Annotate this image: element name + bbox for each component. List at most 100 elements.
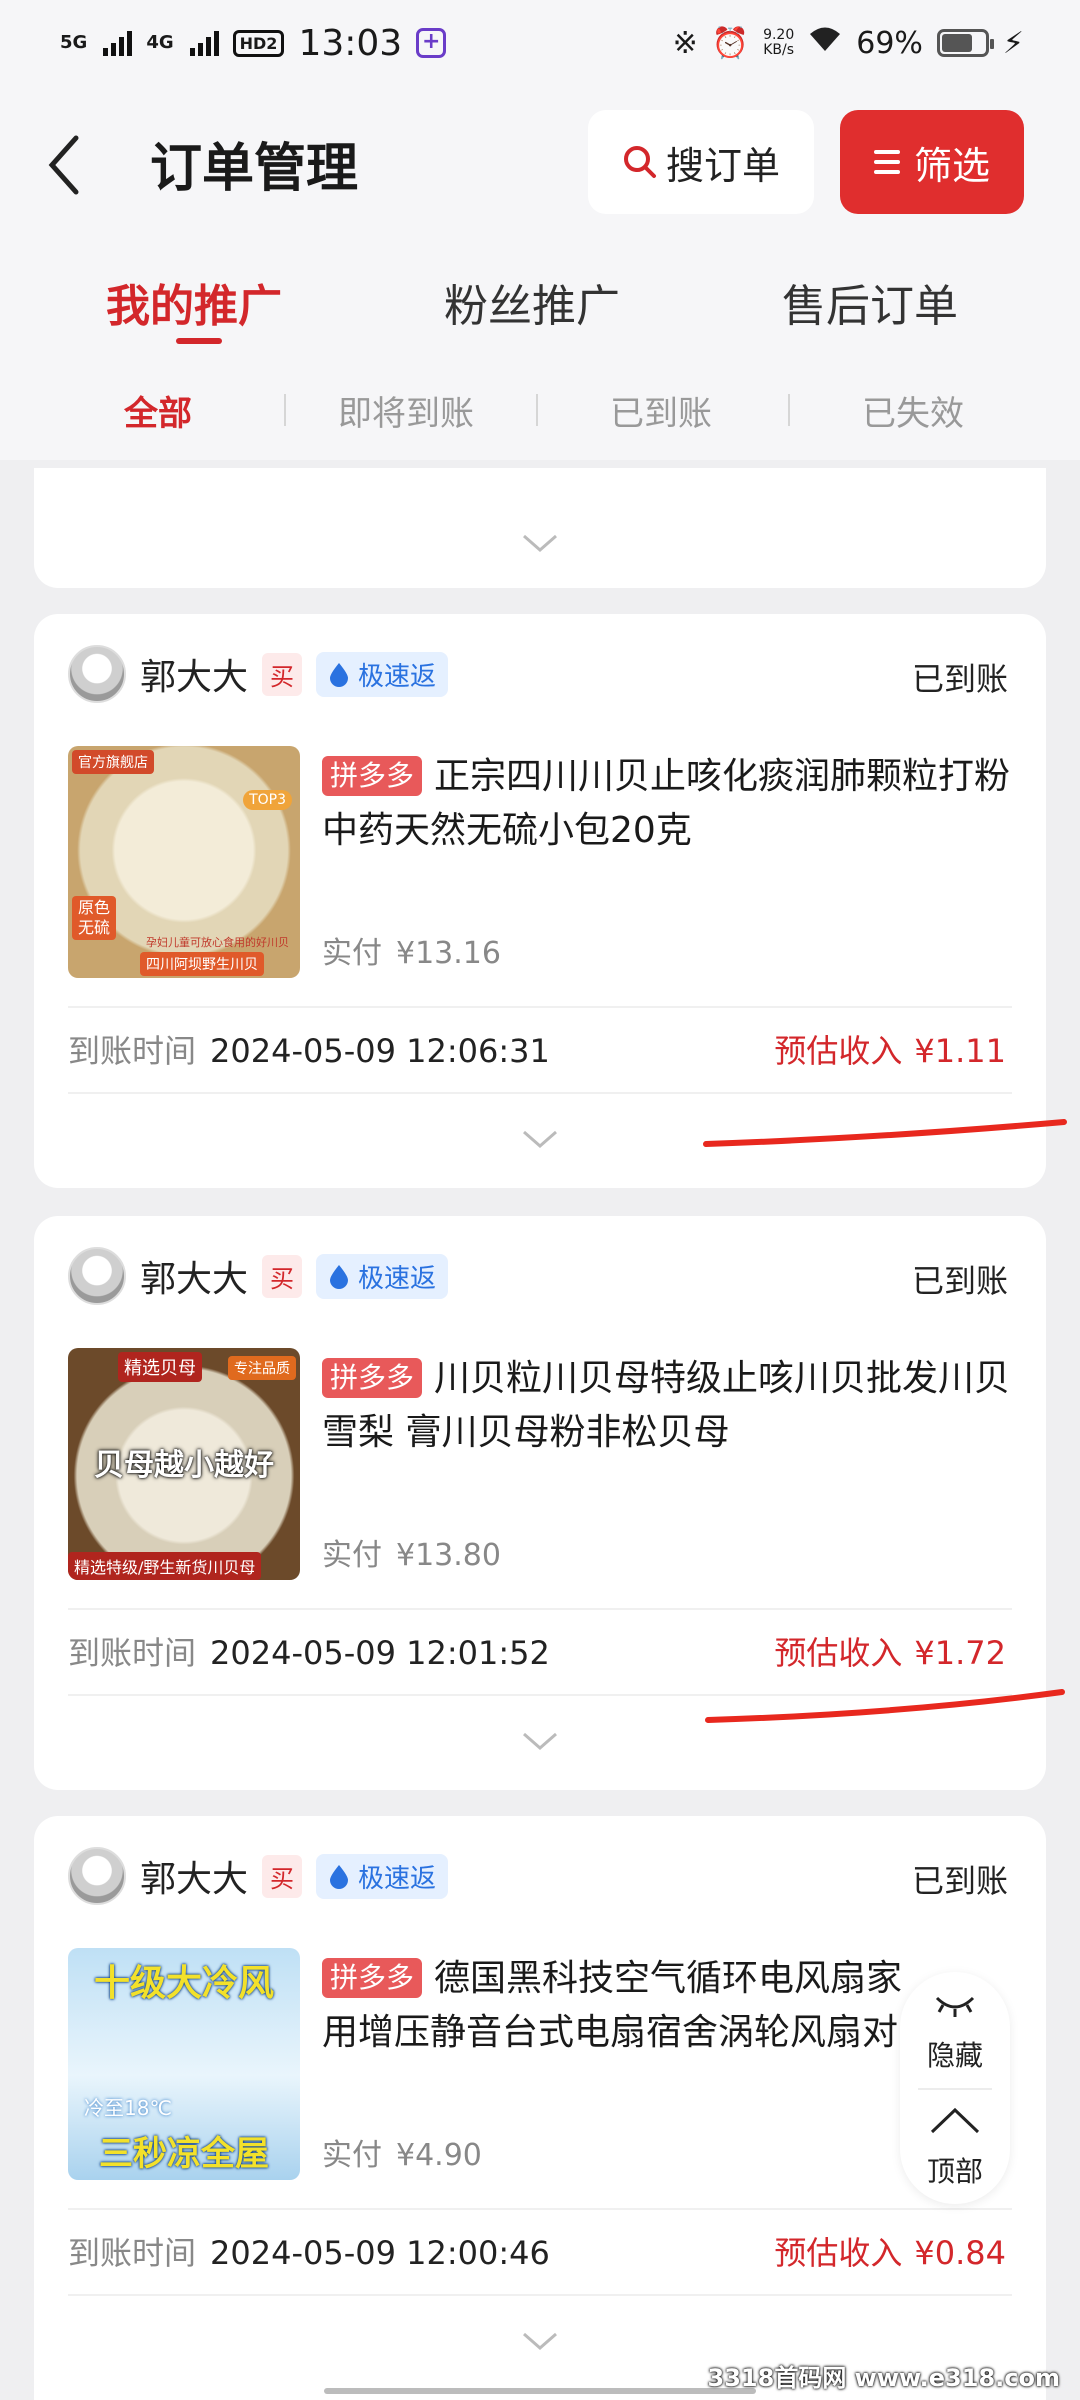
- thumb-bottom-text: 精选特级/野生新货川贝母: [68, 1552, 262, 1580]
- product-title-block[interactable]: 拼多多 德国黑科技空气循环电风扇家用增压静音台式电扇宿舍涡轮风扇对: [322, 1952, 932, 2060]
- estimated-income: 预估收入 ¥1.11: [774, 1026, 1006, 1072]
- net-label-2: 4G: [146, 32, 174, 53]
- sub-tabs: 全部 即将到账 已到账 已失效: [0, 356, 1080, 460]
- filter-button[interactable]: 筛选: [840, 110, 1024, 214]
- main-tabs: 我的推广 粉丝推广 售后订单: [0, 246, 1080, 356]
- subtab-upcoming[interactable]: 即将到账: [338, 386, 474, 435]
- arrival-label: 到账时间: [68, 1032, 197, 1070]
- product-title: 川贝粒川贝母特级止咳川贝批发川贝雪梨 膏川贝母粉非松贝母: [322, 1358, 1011, 1453]
- expand-toggle[interactable]: [34, 1104, 1046, 1174]
- order-status: 已到账: [911, 1262, 1008, 1300]
- order-card[interactable]: 郭大大 买 极速返 已到账 精选贝母 专注品质 贝母越小越好 精选特级/野生新货…: [34, 1216, 1046, 1790]
- subtab-expired[interactable]: 已失效: [862, 386, 964, 435]
- avatar: [68, 645, 126, 703]
- platform-tag: 拼多多: [322, 1958, 423, 1998]
- app-notification-icon: +: [416, 28, 447, 58]
- order-status: 已到账: [911, 660, 1008, 698]
- paid-amount: ¥13.16: [396, 936, 501, 971]
- hide-eye-icon[interactable]: [934, 1992, 976, 2018]
- thumb-top-text: 十级大冷风: [93, 1963, 274, 2004]
- signal-bars-icon-2: [189, 30, 219, 56]
- est-label: 预估收入: [774, 1634, 903, 1672]
- fast-rebate-badge: 极速返: [316, 651, 449, 697]
- back-arrow-icon[interactable]: [44, 130, 84, 200]
- est-amount: ¥1.11: [914, 1032, 1006, 1070]
- estimated-income: 预估收入 ¥0.84: [774, 2228, 1006, 2274]
- chevron-down-icon: [523, 1130, 557, 1148]
- subtab-divider: [536, 394, 538, 426]
- top-label[interactable]: 顶部: [900, 2150, 1010, 2190]
- order-card[interactable]: 郭大大 买 极速返 已到账 官方旗舰店 TOP3 原色 无硫 孕妇儿童可放心食用…: [34, 614, 1046, 1188]
- tab-after-sales[interactable]: 售后订单: [782, 270, 958, 334]
- thumb-bottom-text: 四川阿坝野生川贝: [140, 952, 264, 976]
- watermark: 3318首码网 www.e318.com: [707, 2364, 1060, 2392]
- bluetooth-icon: ※: [672, 25, 698, 61]
- product-thumbnail[interactable]: 精选贝母 专注品质 贝母越小越好 精选特级/野生新货川贝母: [68, 1348, 300, 1580]
- chevron-down-icon: [523, 2332, 557, 2350]
- order-header: 郭大大 买 极速返: [68, 1244, 449, 1308]
- buyer-name: 郭大大: [140, 1859, 249, 1900]
- arrival-time-row: 到账时间 2024-05-09 12:00:46: [68, 2228, 550, 2274]
- signal-5g-icon: 5G: [60, 34, 87, 52]
- product-title: 正宗四川川贝止咳化痰润肺颗粒打粉中药天然无硫小包20克: [322, 756, 1011, 851]
- order-header: 郭大大 买 极速返: [68, 642, 449, 706]
- floating-panel: 隐藏 顶部: [900, 1972, 1010, 2204]
- divider: [68, 1608, 1012, 1610]
- alarm-icon: ⏰: [711, 25, 750, 61]
- subtab-arrived[interactable]: 已到账: [610, 386, 712, 435]
- chevron-down-icon: [523, 1732, 557, 1750]
- product-thumbnail[interactable]: 官方旗舰店 TOP3 原色 无硫 孕妇儿童可放心食用的好川贝 四川阿坝野生川贝: [68, 746, 300, 978]
- signal-bars-icon: [103, 30, 133, 56]
- thumb-subtext: 孕妇儿童可放心食用的好川贝: [146, 936, 289, 949]
- product-title-block[interactable]: 拼多多 正宗四川川贝止咳化痰润肺颗粒打粉中药天然无硫小包20克: [322, 750, 1022, 858]
- page-title: 订单管理: [150, 139, 359, 199]
- thumb-store-tag: 官方旗舰店: [72, 750, 154, 774]
- fast-rebate-label: 极速返: [358, 661, 437, 692]
- signal-4g-icon: 4G: [146, 34, 173, 52]
- thumb-big-text: 贝母越小越好: [94, 1448, 274, 1483]
- thumb-mid-text: 冷至18℃: [84, 2096, 172, 2120]
- platform-tag: 拼多多: [322, 1358, 423, 1398]
- battery-percent: 69%: [856, 25, 923, 61]
- est-label: 预估收入: [774, 1032, 903, 1070]
- divider: [68, 1092, 1012, 1094]
- search-orders-button[interactable]: 搜订单: [588, 110, 814, 214]
- subtab-all[interactable]: 全部: [124, 386, 192, 435]
- divider: [68, 1694, 1012, 1696]
- thumb-tag-select: 精选贝母: [118, 1352, 202, 1382]
- tab-fan-promotion[interactable]: 粉丝推广: [444, 270, 620, 334]
- arrival-time: 2024-05-09 12:06:31: [210, 1032, 550, 1070]
- product-thumbnail[interactable]: 十级大冷风 冷至18℃ 三秒凉全屋: [68, 1948, 300, 2180]
- avatar: [68, 1847, 126, 1905]
- drop-icon: [330, 1265, 349, 1289]
- product-title-block[interactable]: 拼多多 川贝粒川贝母特级止咳川贝批发川贝雪梨 膏川贝母粉非松贝母: [322, 1352, 1022, 1460]
- buy-badge: 买: [262, 1254, 303, 1298]
- order-card[interactable]: 郭大大 买 极速返 已到账 十级大冷风 冷至18℃ 三秒凉全屋 拼多多 德国黑科技…: [34, 1816, 1046, 2400]
- filter-label: 筛选: [913, 143, 990, 188]
- buy-badge: 买: [262, 1854, 303, 1898]
- expand-toggle[interactable]: [34, 1706, 1046, 1776]
- active-tab-indicator: [176, 338, 222, 344]
- est-amount: ¥0.84: [914, 2234, 1006, 2272]
- speed-unit: KB/s: [763, 42, 795, 58]
- hide-label[interactable]: 隐藏: [900, 2034, 1010, 2074]
- paid-label: 实付: [322, 2138, 382, 2173]
- avatar: [68, 1247, 126, 1305]
- drop-icon: [330, 663, 349, 687]
- search-icon: [623, 146, 656, 178]
- arrival-time: 2024-05-09 12:01:52: [210, 1634, 550, 1672]
- back-to-top-icon[interactable]: [928, 2106, 982, 2136]
- arrival-time-row: 到账时间 2024-05-09 12:01:52: [68, 1628, 550, 1674]
- home-indicator[interactable]: [324, 2388, 756, 2394]
- arrival-label: 到账时间: [68, 1634, 197, 1672]
- buyer-name: 郭大大: [140, 657, 249, 698]
- expand-toggle[interactable]: [34, 508, 1046, 578]
- buy-badge: 买: [262, 652, 303, 696]
- thumb-bottom-text: 三秒凉全屋: [99, 2134, 269, 2174]
- paid-amount: ¥13.80: [396, 1538, 501, 1573]
- header: 订单管理 搜订单 筛选: [0, 86, 1080, 246]
- status-bar: 5G 4G HD2 13:03 + ※ ⏰ 9.20 KB/s 69% ⚡: [0, 0, 1080, 86]
- tab-my-promotion[interactable]: 我的推广: [106, 270, 282, 334]
- fast-rebate-label: 极速返: [358, 1263, 437, 1294]
- network-speed: 9.20 KB/s: [763, 28, 794, 58]
